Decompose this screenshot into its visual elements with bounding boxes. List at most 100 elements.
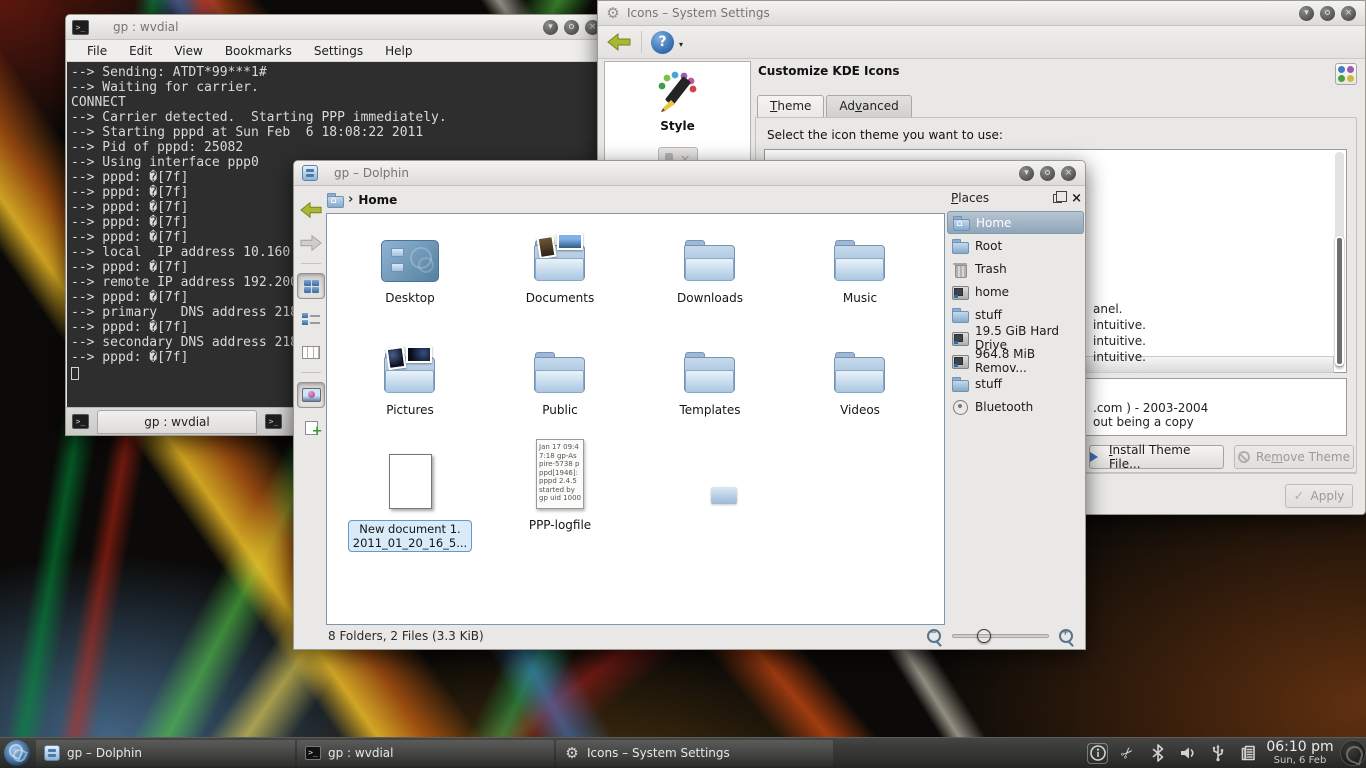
place-item-home[interactable]: ⌂Home xyxy=(947,211,1084,234)
maximize-button[interactable] xyxy=(564,20,579,35)
terminal-cursor xyxy=(71,367,79,380)
scrollbar-thumb[interactable] xyxy=(1335,236,1344,366)
volume-icon[interactable] xyxy=(1177,743,1198,764)
file-icon-wrap xyxy=(335,437,485,509)
close-panel-icon[interactable]: × xyxy=(1071,194,1082,203)
task-label: gp : wvdial xyxy=(328,746,393,760)
menu-item-file[interactable]: File xyxy=(78,42,116,60)
clock[interactable]: 06:10 pm Sun, 6 Feb xyxy=(1262,740,1338,766)
folder-view[interactable]: DesktopDocumentsDownloadsMusic PicturesPu… xyxy=(326,213,945,625)
photo-thumbnail xyxy=(386,346,407,370)
file-item-music[interactable]: Music xyxy=(785,224,935,305)
task-list: gp – Dolphin >_ gp : wvdial ⚙Icons – System… xyxy=(36,740,833,767)
file-grid: DesktopDocumentsDownloadsMusic PicturesPu… xyxy=(335,214,944,624)
back-button[interactable] xyxy=(606,30,632,54)
place-item-home[interactable]: home xyxy=(947,280,1084,303)
place-item-stuff[interactable]: stuff xyxy=(947,372,1084,395)
menu-item-edit[interactable]: Edit xyxy=(120,42,161,60)
new-tab-button[interactable]: >_ xyxy=(72,414,89,429)
menu-item-view[interactable]: View xyxy=(165,42,211,60)
folder-icon xyxy=(952,238,968,254)
remove-theme-button[interactable]: Remove Theme xyxy=(1234,445,1354,469)
home-folder-icon[interactable]: ⌂ xyxy=(327,192,343,208)
minimize-button[interactable]: ▾ xyxy=(1019,166,1034,181)
file-icon-wrap xyxy=(635,224,785,282)
zoom-slider[interactable] xyxy=(952,634,1049,638)
split-view-button[interactable] xyxy=(297,415,325,441)
theme-list-fragment: intuitive. xyxy=(1093,334,1146,348)
task-button-gp-wvdial[interactable]: >_ gp : wvdial xyxy=(297,740,554,767)
tab-bar: ThemeAdvanced xyxy=(757,95,914,118)
scrollbar[interactable] xyxy=(1335,152,1344,370)
stacked-documents-icon[interactable] xyxy=(1237,743,1258,764)
dolphin-titlebar[interactable]: gp – Dolphin ▾ × xyxy=(294,161,1085,186)
terminal-line: --> Sending: ATDT*99***1# xyxy=(71,65,608,80)
details-view-button[interactable] xyxy=(297,306,325,332)
back-button[interactable] xyxy=(297,197,325,223)
file-label: Desktop xyxy=(335,291,485,305)
place-item-trash[interactable]: Trash xyxy=(947,257,1084,280)
theme-list-fragment: intuitive. xyxy=(1093,350,1146,364)
konsole-titlebar[interactable]: >_ gp : wvdial ▾ × xyxy=(66,15,609,40)
menu-item-settings[interactable]: Settings xyxy=(305,42,372,60)
zoom-slider-thumb[interactable] xyxy=(977,629,991,643)
file-item-pictures[interactable]: Pictures xyxy=(335,336,485,417)
file-item-templates[interactable]: Templates xyxy=(635,336,785,417)
task-button-gp-dolphin[interactable]: gp – Dolphin xyxy=(36,740,295,767)
place-item-bluetooth[interactable]: Bluetooth xyxy=(947,395,1084,418)
maximize-button[interactable] xyxy=(1040,166,1055,181)
file-item-public[interactable]: Public xyxy=(485,336,635,417)
zoom-in-icon[interactable]: + xyxy=(1058,628,1075,645)
panel-cashew-icon[interactable] xyxy=(1340,740,1366,766)
apply-button[interactable]: ✓Apply xyxy=(1285,484,1353,508)
info-icon[interactable] xyxy=(1087,743,1108,764)
dolphin-window-buttons: ▾ × xyxy=(1019,166,1076,181)
help-button[interactable]: ?▾ xyxy=(651,31,674,54)
drive-icon xyxy=(952,284,968,300)
place-label: stuff xyxy=(975,308,1002,322)
menu-item-bookmarks[interactable]: Bookmarks xyxy=(216,42,301,60)
minimize-button[interactable]: ▾ xyxy=(1299,6,1314,21)
forward-arrow-icon xyxy=(299,232,323,254)
bluetooth-icon[interactable] xyxy=(1147,743,1168,764)
tab-list-button[interactable]: >_ xyxy=(265,414,282,429)
remove-label: Remove Theme xyxy=(1256,450,1350,464)
detach-panel-icon[interactable] xyxy=(1053,194,1062,203)
file-item-documents[interactable]: Documents xyxy=(485,224,635,305)
klipper-scissors-icon[interactable]: ✂ xyxy=(1117,743,1138,764)
breadcrumb-home[interactable]: Home xyxy=(358,193,397,207)
overview-button[interactable] xyxy=(1335,63,1357,85)
zoom-out-icon[interactable]: − xyxy=(926,628,943,645)
file-item-downloads[interactable]: Downloads xyxy=(635,224,785,305)
sidebar-item-style[interactable]: Style xyxy=(605,62,750,133)
usb-icon[interactable] xyxy=(1207,743,1228,764)
file-icon-wrap xyxy=(635,336,785,394)
sidebar-item-label: Style xyxy=(605,119,750,133)
tab-theme[interactable]: Theme xyxy=(757,95,824,118)
forward-button[interactable] xyxy=(297,230,325,256)
menu-item-help[interactable]: Help xyxy=(376,42,421,60)
file-item-desktop[interactable]: Desktop xyxy=(335,224,485,305)
file-item-new-document-1-2011-01-20-16-5[interactable]: New document 1.2011_01_20_16_5... xyxy=(335,437,485,552)
syssettings-titlebar[interactable]: ⚙ Icons – System Settings ▾ × xyxy=(598,1,1365,26)
install-theme-button[interactable]: Install Theme File... xyxy=(1089,445,1224,469)
launcher-button[interactable] xyxy=(0,738,34,768)
file-item-ppp-logfile[interactable]: Jan 17 09:47:18 gp-Aspire-5738 pppd[1946… xyxy=(485,437,635,532)
close-button[interactable]: × xyxy=(1341,6,1356,21)
place-item-964-8-mib-remov[interactable]: 964.8 MiB Remov... xyxy=(947,349,1084,372)
minimize-button[interactable]: ▾ xyxy=(543,20,558,35)
terminal-icon: >_ xyxy=(305,746,321,760)
tab-advanced[interactable]: Advanced xyxy=(826,95,911,117)
konsole-tab[interactable]: gp : wvdial xyxy=(97,410,257,434)
clock-time: 06:10 pm xyxy=(1262,740,1338,755)
file-item-videos[interactable]: Videos xyxy=(785,336,935,417)
close-button[interactable]: × xyxy=(1061,166,1076,181)
file-icon-wrap: Jan 17 09:47:18 gp-Aspire-5738 pppd[1946… xyxy=(485,437,635,509)
place-item-root[interactable]: Root xyxy=(947,234,1084,257)
preview-button[interactable] xyxy=(297,382,325,408)
columns-view-button[interactable] xyxy=(297,339,325,365)
task-button-icons-system-settings[interactable]: ⚙Icons – System Settings xyxy=(556,740,833,767)
icons-view-button[interactable] xyxy=(297,273,325,299)
maximize-button[interactable] xyxy=(1320,6,1335,21)
drive-icon xyxy=(952,353,968,369)
